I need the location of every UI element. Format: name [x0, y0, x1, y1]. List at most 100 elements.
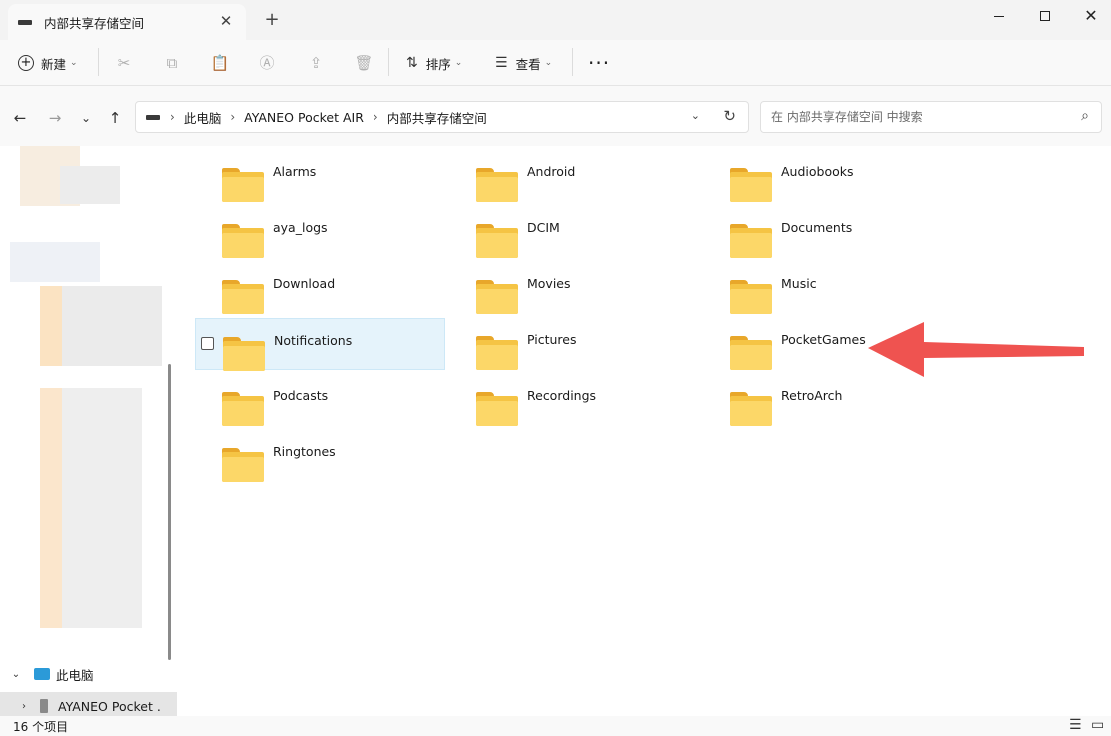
folder-name: Pictures	[527, 332, 577, 347]
folder-name: Android	[527, 164, 576, 179]
plus-circle-icon: +	[18, 55, 34, 71]
scrollbar[interactable]	[168, 364, 171, 660]
folder-item[interactable]: aya_logs	[195, 206, 445, 258]
folder-icon	[730, 392, 772, 426]
refresh-icon[interactable]: ↻	[723, 107, 736, 125]
delete-icon[interactable]: 🗑	[354, 53, 374, 73]
new-button[interactable]: + 新建 ⌄	[18, 48, 78, 78]
folder-item[interactable]: Recordings	[449, 374, 699, 426]
sort-button[interactable]: ⇅ 排序 ⌄	[406, 48, 462, 78]
folder-item[interactable]: Pictures	[449, 318, 699, 370]
sidebar-item-label: 此电脑	[56, 667, 94, 683]
share-icon[interactable]: ⇪	[306, 53, 326, 73]
close-tab-icon[interactable]: ✕	[218, 13, 234, 29]
select-checkbox[interactable]	[201, 337, 214, 350]
folder-icon	[222, 224, 264, 258]
folder-name: Movies	[527, 276, 571, 291]
folder-item[interactable]: Notifications	[195, 318, 445, 371]
navigation-row: ← → ⌄ ↑ › 此电脑 › AYANEO Pocket AIR › 内部共享…	[0, 86, 1111, 146]
folder-item[interactable]: RetroArch	[703, 374, 953, 426]
folder-name: Documents	[781, 220, 853, 235]
address-bar[interactable]: › 此电脑 › AYANEO Pocket AIR › 内部共享存储空间 ⌄ ↻	[135, 101, 749, 133]
folder-item[interactable]: DCIM	[449, 206, 699, 258]
up-button[interactable]: ↑	[105, 108, 125, 128]
folder-icon	[222, 168, 264, 202]
folder-name: Music	[781, 276, 817, 291]
folder-icon	[476, 168, 518, 202]
minimize-icon	[994, 15, 1004, 17]
forward-button[interactable]: →	[45, 108, 65, 128]
folder-item[interactable]: Android	[449, 150, 699, 202]
more-options-button[interactable]: ···	[588, 48, 610, 78]
folder-item[interactable]: Ringtones	[195, 430, 445, 482]
device-icon	[40, 699, 48, 713]
chevron-down-icon[interactable]: ⌄	[8, 669, 24, 680]
chevron-down-icon: ⌄	[544, 58, 553, 68]
folder-icon	[222, 392, 264, 426]
breadcrumb-device[interactable]: AYANEO Pocket AIR	[244, 110, 364, 125]
folder-item[interactable]: Alarms	[195, 150, 445, 202]
breadcrumb-this-pc[interactable]: 此电脑	[184, 108, 222, 127]
paste-icon[interactable]: 📋	[210, 53, 230, 73]
folder-name: Alarms	[273, 164, 317, 179]
folder-name: Notifications	[274, 333, 353, 348]
folder-name: RetroArch	[781, 388, 843, 403]
search-input[interactable]	[761, 102, 1061, 132]
folder-icon	[730, 224, 772, 258]
copy-icon[interactable]: ⧉	[162, 53, 182, 73]
recent-locations-button[interactable]: ⌄	[76, 108, 96, 128]
breadcrumb-separator: ›	[372, 110, 378, 124]
search-box[interactable]: ⌕	[760, 101, 1102, 133]
view-icon: ☰	[495, 55, 508, 71]
back-button[interactable]: ←	[10, 108, 30, 128]
red-arrow-annotation	[868, 322, 1084, 377]
folder-name: Download	[273, 276, 336, 291]
search-icon[interactable]: ⌕	[1081, 108, 1089, 124]
folder-item[interactable]: Music	[703, 262, 953, 314]
folder-name: Recordings	[527, 388, 597, 403]
folder-icon	[223, 337, 265, 371]
breadcrumb-internal-storage[interactable]: 内部共享存储空间	[387, 108, 487, 127]
folder-item[interactable]: Podcasts	[195, 374, 445, 426]
command-bar: + 新建 ⌄ ✂ ⧉ 📋 Ⓐ ⇪ 🗑 ⇅ 排序 ⌄ ☰ 查看 ⌄ ···	[0, 40, 1111, 86]
cut-icon[interactable]: ✂	[114, 53, 134, 73]
tiles-view-icon[interactable]: ▭	[1091, 717, 1104, 733]
folder-item[interactable]: Download	[195, 262, 445, 314]
rename-icon[interactable]: Ⓐ	[257, 53, 277, 73]
view-label: 查看	[515, 56, 541, 72]
blurred-region	[40, 388, 62, 628]
folder-item[interactable]: Documents	[703, 206, 953, 258]
minimize-button[interactable]	[976, 0, 1022, 32]
folder-icon	[476, 280, 518, 314]
folder-item[interactable]: Audiobooks	[703, 150, 953, 202]
new-label: 新建	[41, 56, 67, 72]
status-bar: 16 个项目 ☰ ▭	[0, 716, 1111, 736]
folder-name: aya_logs	[273, 220, 328, 235]
sort-label: 排序	[425, 56, 451, 72]
folder-name: DCIM	[527, 220, 560, 235]
folder-icon	[476, 336, 518, 370]
maximize-icon	[1040, 11, 1050, 21]
arrow-shape	[868, 322, 1084, 377]
view-button[interactable]: ☰ 查看 ⌄	[495, 48, 552, 78]
blurred-region	[62, 286, 162, 366]
sidebar-item-this-pc[interactable]: ⌄ 此电脑	[0, 660, 170, 688]
navigation-pane: ⌄ 此电脑 › AYANEO Pocket .	[0, 146, 177, 720]
tab-internal-storage[interactable]: 内部共享存储空间 ✕	[8, 4, 246, 40]
maximize-button[interactable]	[1022, 0, 1068, 32]
toolbar-divider	[572, 48, 573, 76]
blurred-region	[10, 242, 100, 282]
folder-item[interactable]: Movies	[449, 262, 699, 314]
blurred-region	[60, 166, 120, 204]
chevron-right-icon[interactable]: ›	[16, 701, 32, 712]
blurred-region	[40, 286, 62, 366]
address-history-icon[interactable]: ⌄	[691, 109, 700, 122]
new-tab-button[interactable]: +	[262, 10, 282, 30]
details-view-icon[interactable]: ☰	[1069, 717, 1082, 733]
title-bar: 内部共享存储空间 ✕ + ✕	[0, 0, 1111, 40]
folder-name: Audiobooks	[781, 164, 854, 179]
blurred-region	[62, 388, 142, 628]
drive-icon	[18, 19, 32, 25]
toolbar-divider	[388, 48, 389, 76]
close-window-button[interactable]: ✕	[1068, 0, 1111, 32]
